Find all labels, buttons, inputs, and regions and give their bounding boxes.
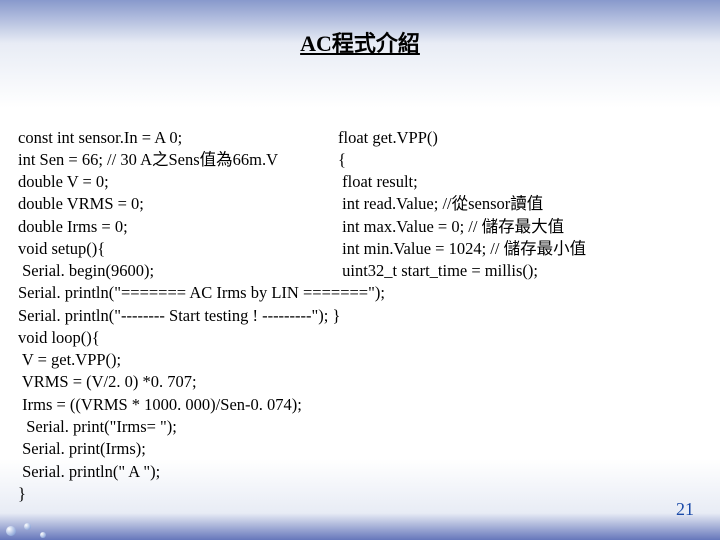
code-line: int max.Value = 0; // 儲存最大值: [338, 217, 564, 236]
code-line: void loop(){: [18, 328, 100, 347]
code-line: {: [338, 150, 346, 169]
code-line: Serial. print(Irms);: [18, 439, 146, 458]
code-line: V = get.VPP();: [18, 350, 121, 369]
code-line: VRMS = (V/2. 0) *0. 707;: [18, 372, 197, 391]
code-line: double Irms = 0;: [18, 217, 128, 236]
code-line: void setup(){: [18, 239, 105, 258]
decorative-dot: [6, 526, 16, 536]
code-line: Serial. print("Irms= ");: [18, 417, 177, 436]
decorative-dot: [24, 523, 31, 530]
code-line: float get.VPP(): [338, 128, 438, 147]
code-line: uint32_t start_time = millis();: [338, 261, 538, 280]
code-line: int min.Value = 1024; // 儲存最小值: [338, 239, 586, 258]
two-column-code: const int sensor.In = A 0; int Sen = 66;…: [18, 127, 702, 283]
slide: AC程式介紹 const int sensor.In = A 0; int Se…: [0, 0, 720, 540]
page-number: 21: [676, 499, 694, 520]
code-column-right: float get.VPP() { float result; int read…: [338, 127, 702, 283]
code-line: float result;: [338, 172, 418, 191]
code-block: const int sensor.In = A 0; int Sen = 66;…: [18, 82, 702, 505]
code-line: double VRMS = 0;: [18, 194, 144, 213]
decorative-dot: [40, 532, 46, 538]
code-line: Irms = ((VRMS * 1000. 000)/Sen-0. 074);: [18, 395, 302, 414]
code-line: Serial. println(" A ");: [18, 462, 160, 481]
title-container: AC程式介紹: [18, 26, 702, 58]
code-line: const int sensor.In = A 0;: [18, 128, 182, 147]
code-column-left: const int sensor.In = A 0; int Sen = 66;…: [18, 127, 338, 283]
code-line: int read.Value; //從sensor讀值: [338, 194, 543, 213]
slide-title: AC程式介紹: [300, 26, 420, 58]
code-line: Serial. println("-------- Start testing …: [18, 306, 340, 325]
code-line: Serial. begin(9600);: [18, 261, 154, 280]
code-line: double V = 0;: [18, 172, 109, 191]
code-line: Serial. println("======= AC Irms by LIN …: [18, 283, 385, 302]
code-line: }: [18, 484, 26, 503]
code-line: int Sen = 66; // 30 A之Sens值為66m.V: [18, 150, 278, 169]
